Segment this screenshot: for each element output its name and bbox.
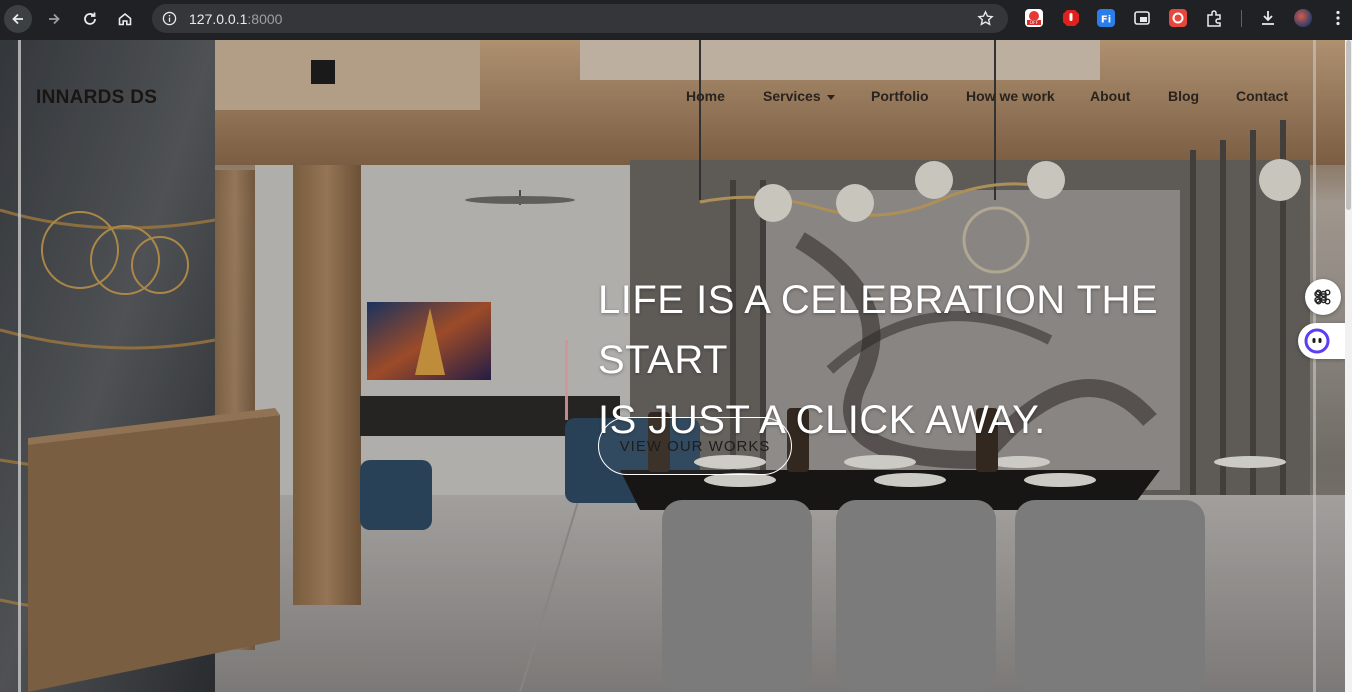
site-info-icon[interactable] bbox=[162, 11, 177, 26]
hero-section: INNARDS DS Home Services Portfolio How w… bbox=[0, 40, 1345, 692]
svg-text:OFF: OFF bbox=[1030, 20, 1039, 26]
reload-button[interactable] bbox=[76, 5, 104, 33]
extensions-puzzle-icon[interactable] bbox=[1205, 9, 1223, 27]
address-bar[interactable]: 127.0.0.1:8000 bbox=[152, 4, 1008, 33]
chevron-down-icon bbox=[826, 94, 835, 100]
nav-blog[interactable]: Blog bbox=[1168, 88, 1199, 104]
assistant-face-icon bbox=[1304, 328, 1330, 354]
coupon-off-extension[interactable]: OFF bbox=[1025, 9, 1043, 27]
scrollbar-thumb[interactable] bbox=[1346, 40, 1351, 210]
url-port: :8000 bbox=[247, 11, 283, 27]
record-extension[interactable] bbox=[1169, 9, 1187, 27]
apps-grid-button[interactable] bbox=[1305, 279, 1341, 315]
nav-services[interactable]: Services bbox=[763, 88, 835, 104]
nav-how-we-work[interactable]: How we work bbox=[966, 88, 1055, 104]
svg-text:Fi: Fi bbox=[1101, 15, 1111, 26]
hero-headline-line1: LIFE IS A CELEBRATION THE START bbox=[598, 278, 1159, 382]
nav-contact[interactable]: Contact bbox=[1236, 88, 1288, 104]
page-viewport: INNARDS DS Home Services Portfolio How w… bbox=[0, 40, 1352, 692]
browser-toolbar: 127.0.0.1:8000 OFF Fi bbox=[0, 0, 1352, 38]
nav-portfolio[interactable]: Portfolio bbox=[871, 88, 929, 104]
window-extension[interactable] bbox=[1133, 9, 1151, 27]
home-icon bbox=[118, 12, 132, 26]
nav-home[interactable]: Home bbox=[686, 88, 725, 104]
url-text: 127.0.0.1:8000 bbox=[189, 11, 282, 27]
downloads-icon[interactable] bbox=[1259, 9, 1277, 27]
command-icon bbox=[1314, 289, 1331, 305]
assistant-widget-button[interactable] bbox=[1298, 323, 1345, 359]
more-menu-icon[interactable] bbox=[1329, 9, 1347, 27]
site-logo[interactable]: INNARDS DS bbox=[36, 87, 157, 109]
nav-about[interactable]: About bbox=[1090, 88, 1130, 104]
back-icon bbox=[12, 13, 23, 25]
forward-button[interactable] bbox=[40, 5, 68, 33]
fi-extension[interactable]: Fi bbox=[1097, 9, 1115, 27]
back-button[interactable] bbox=[4, 5, 32, 33]
profile-avatar[interactable] bbox=[1294, 9, 1312, 27]
adblock-extension[interactable] bbox=[1062, 9, 1080, 27]
view-our-works-button[interactable]: VIEW OUR WORKS bbox=[598, 417, 792, 475]
forward-icon bbox=[49, 13, 60, 25]
bookmark-star-icon[interactable] bbox=[977, 10, 994, 27]
toolbar-divider bbox=[1241, 10, 1242, 27]
home-button[interactable] bbox=[111, 5, 139, 33]
reload-icon bbox=[84, 12, 96, 25]
nav-services-label: Services bbox=[763, 88, 821, 104]
url-host: 127.0.0.1 bbox=[189, 11, 248, 27]
